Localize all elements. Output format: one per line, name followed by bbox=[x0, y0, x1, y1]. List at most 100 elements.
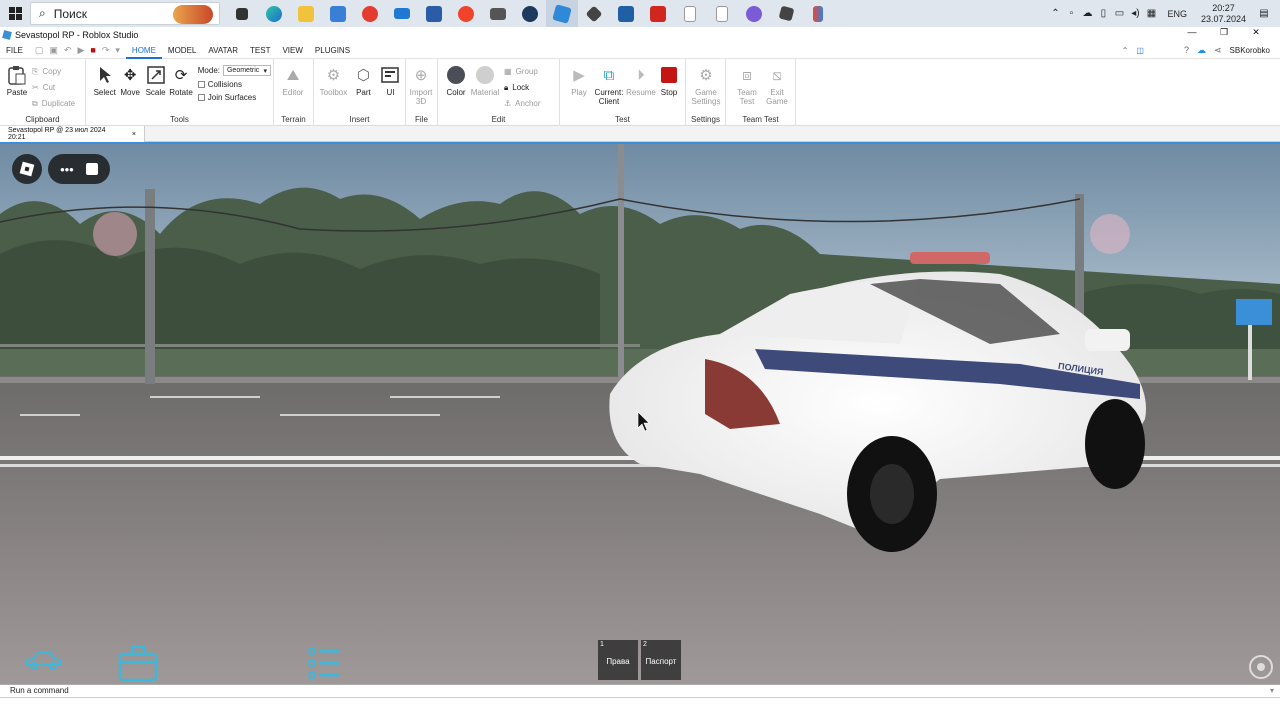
current-label-line2: Client bbox=[598, 97, 620, 106]
command-bar-placeholder: Run a command bbox=[10, 686, 69, 695]
chat-icon[interactable] bbox=[85, 163, 98, 175]
command-bar-input[interactable]: Run a command ▾ bbox=[0, 684, 1280, 698]
user-name[interactable]: SBKorobko bbox=[1230, 46, 1270, 55]
hotbar-slot-1[interactable]: 1 Права bbox=[598, 640, 638, 680]
help-icon[interactable]: ? bbox=[1184, 45, 1189, 55]
shield-icon[interactable]: ▯ bbox=[1095, 8, 1111, 19]
undo-icon[interactable]: ↶ bbox=[64, 45, 72, 56]
tab-model[interactable]: MODEL bbox=[162, 42, 202, 59]
chevron-down-icon[interactable]: ▾ bbox=[1270, 685, 1274, 697]
clock[interactable]: 20:27 23.07.2024 bbox=[1201, 3, 1246, 25]
camera-icon[interactable] bbox=[482, 0, 514, 27]
tab-plugins[interactable]: PLUGINS bbox=[309, 42, 356, 59]
anchor-button[interactable]: ⚓︎ Anchor bbox=[504, 97, 541, 110]
play-icon[interactable]: ▶ bbox=[77, 45, 84, 56]
close-icon[interactable]: × bbox=[132, 131, 136, 138]
scale-label: Scale bbox=[145, 88, 166, 97]
hotbar-slot-2[interactable]: 2 Паспорт bbox=[641, 640, 681, 680]
tab-home[interactable]: HOME bbox=[125, 42, 162, 59]
word-icon[interactable] bbox=[418, 0, 450, 27]
car-icon[interactable] bbox=[24, 650, 62, 677]
chevron-up-icon[interactable]: ⌃ bbox=[1047, 8, 1063, 19]
close-icon[interactable]: ✕ bbox=[1240, 27, 1272, 38]
more-options-icon[interactable]: ••• bbox=[60, 162, 74, 177]
cursor-icon bbox=[95, 65, 115, 85]
game-settings-line1: Game bbox=[695, 88, 717, 97]
start-icon[interactable] bbox=[0, 0, 30, 27]
clock-date: 23.07.2024 bbox=[1200, 13, 1246, 24]
list-menu-icon[interactable] bbox=[308, 646, 340, 684]
stop-label: Stop bbox=[660, 88, 678, 97]
join-surfaces-checkbox[interactable] bbox=[197, 94, 205, 101]
tab-test[interactable]: TEST bbox=[244, 42, 276, 59]
lock-icon: 🔒︎ bbox=[504, 82, 509, 92]
bottom-margin bbox=[0, 698, 1280, 720]
roblox-studio-icon[interactable] bbox=[546, 0, 578, 27]
team-test-group: ⧈ Team Test ⧅ Exit Game Team Test bbox=[726, 59, 796, 126]
cut-label: Cut bbox=[42, 83, 56, 92]
camera-settings-icon[interactable] bbox=[1248, 654, 1274, 684]
roblox-menu-button[interactable] bbox=[12, 154, 42, 184]
roblox-icon[interactable] bbox=[770, 0, 802, 27]
restore-icon[interactable]: ❐ bbox=[1208, 27, 1240, 38]
game-viewport[interactable]: ПОЛИЦИЯ ••• 1 Права 2 Паспорт bbox=[0, 142, 1280, 684]
settings-group-label: Settings bbox=[691, 115, 720, 124]
yandex-icon[interactable] bbox=[450, 0, 482, 27]
test-group: ▶ Play ⧉ Current: Client ⏵ Resume Stop T… bbox=[560, 59, 686, 126]
discord-icon[interactable] bbox=[738, 0, 770, 27]
yandex-browser-icon[interactable] bbox=[354, 0, 386, 27]
briefcase-icon[interactable] bbox=[118, 644, 158, 684]
file-menu[interactable]: FILE bbox=[0, 42, 29, 59]
tab-view[interactable]: VIEW bbox=[276, 42, 308, 59]
new-file-icon[interactable]: ▢ bbox=[35, 45, 44, 56]
minimize-icon[interactable]: — bbox=[1176, 27, 1208, 38]
tray-app-icon[interactable]: ▫ bbox=[1063, 8, 1079, 19]
task-view-icon[interactable] bbox=[226, 0, 258, 27]
store-icon[interactable] bbox=[322, 0, 354, 27]
steam-icon[interactable] bbox=[514, 0, 546, 27]
screen-capture-icon[interactable] bbox=[610, 0, 642, 27]
pdf-icon[interactable] bbox=[642, 0, 674, 27]
duplicate-button[interactable]: ⧉ Duplicate bbox=[32, 97, 75, 110]
save-icon[interactable]: ▣ bbox=[49, 45, 58, 56]
volume-icon[interactable]: ◂) bbox=[1127, 8, 1143, 19]
lock-button[interactable]: 🔒︎ Lock bbox=[504, 81, 541, 94]
mode-select[interactable]: Geometric ▾ bbox=[222, 65, 271, 76]
edit-group-label: Edit bbox=[491, 115, 506, 124]
file-explorer-icon[interactable] bbox=[290, 0, 322, 27]
document-icon-2[interactable] bbox=[706, 0, 738, 27]
collisions-checkbox-row[interactable]: Collisions bbox=[197, 80, 271, 89]
cut-button[interactable]: ✂ Cut bbox=[32, 81, 75, 94]
copy-button[interactable]: ⎘ Copy bbox=[32, 65, 75, 78]
document-icon[interactable] bbox=[674, 0, 706, 27]
share-link-icon[interactable]: ⋖ bbox=[1214, 45, 1222, 56]
notifications-icon[interactable]: ▤ bbox=[1256, 8, 1272, 19]
cloud-icon[interactable]: ☁ bbox=[1197, 45, 1206, 56]
tab-place-document[interactable]: Sevastopol RP @ 23 июл 2024 20:21 × bbox=[0, 126, 145, 142]
join-surfaces-checkbox-row[interactable]: Join Surfaces bbox=[197, 93, 271, 102]
app-icon[interactable] bbox=[578, 0, 610, 27]
stop-icon[interactable]: ■ bbox=[90, 45, 95, 56]
move-label: Move bbox=[120, 88, 140, 97]
group-button[interactable]: ▦ Group bbox=[504, 65, 541, 78]
language-indicator[interactable]: ENG bbox=[1167, 9, 1187, 19]
tab-avatar[interactable]: AVATAR bbox=[202, 42, 244, 59]
collapse-ribbon-icon[interactable]: ⌃ bbox=[1122, 46, 1129, 55]
cloud-icon[interactable]: ☁ bbox=[1079, 8, 1095, 19]
team-test-group-label: Team Test bbox=[742, 115, 779, 124]
duplicate-icon: ⧉ bbox=[32, 98, 38, 108]
part-icon: ⬡ bbox=[356, 67, 370, 84]
edge-icon[interactable] bbox=[258, 0, 290, 27]
import-label-line1: Import bbox=[409, 88, 433, 97]
redo-icon[interactable]: ↷ bbox=[102, 45, 110, 56]
roblox-player-icon[interactable] bbox=[802, 0, 834, 27]
dropdown-icon[interactable]: ▾ bbox=[115, 45, 120, 56]
taskbar-search-box[interactable]: ⌕ Поиск bbox=[30, 2, 220, 25]
exit-game-line2: Game bbox=[766, 97, 788, 106]
keyboard-icon[interactable]: ▦ bbox=[1143, 8, 1159, 19]
exit-game-icon: ⧅ bbox=[772, 66, 782, 84]
share-icon[interactable]: ◫ bbox=[1136, 46, 1144, 55]
mail-icon[interactable] bbox=[386, 0, 418, 27]
collisions-checkbox[interactable] bbox=[197, 81, 205, 88]
network-icon[interactable]: ▭ bbox=[1111, 8, 1127, 19]
